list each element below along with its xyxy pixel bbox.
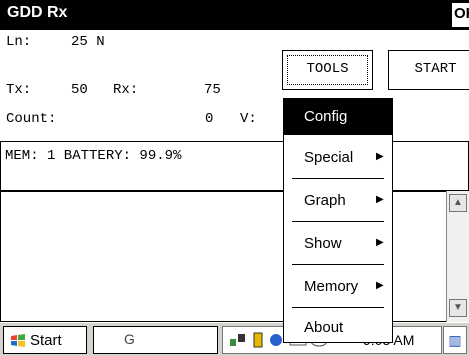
tx-value: 50: [71, 82, 88, 98]
menu-item-about[interactable]: About: [284, 310, 392, 346]
output-area[interactable]: [0, 191, 469, 322]
v-label: V:: [240, 111, 257, 127]
menu-separator: [292, 178, 384, 179]
rx-label: Rx:: [113, 82, 139, 98]
menu-item-memory[interactable]: Memory ▶: [284, 269, 392, 305]
menu-item-label: Special: [304, 149, 354, 166]
menu-item-show[interactable]: Show ▶: [284, 226, 392, 262]
menu-item-special[interactable]: Special ▶: [284, 140, 392, 176]
battery-icon[interactable]: [251, 332, 265, 351]
ln-value: 25 N: [71, 34, 105, 50]
submenu-arrow-icon: ▶: [376, 237, 384, 248]
tools-menu: Config Special ▶ Graph ▶ Show ▶ Memory ▶…: [283, 98, 393, 343]
taskbar-task-item[interactable]: G: [93, 326, 218, 354]
scroll-up-icon[interactable]: ▲: [449, 194, 467, 212]
menu-separator: [292, 221, 384, 222]
menu-item-config[interactable]: Config: [284, 99, 392, 135]
menu-separator: [292, 264, 384, 265]
count-value: 0: [205, 111, 214, 127]
submenu-arrow-icon: ▶: [376, 151, 384, 162]
status-text: MEM: 1 BATTERY: 99.9%: [5, 148, 182, 164]
ln-label: Ln:: [6, 34, 32, 50]
menu-separator: [292, 307, 384, 308]
input-panel-icon[interactable]: ▥: [443, 326, 467, 354]
status-panel: MEM: 1 BATTERY: 99.9%: [0, 141, 469, 191]
ok-button[interactable]: OK: [451, 2, 469, 28]
submenu-arrow-icon: ▶: [376, 280, 384, 291]
taskbar-start-button[interactable]: Start: [3, 326, 87, 354]
menu-item-label: Graph: [304, 192, 346, 209]
window-title: GDD Rx: [7, 4, 68, 21]
menu-item-label: About: [304, 319, 344, 336]
start-button[interactable]: START: [388, 50, 469, 90]
tx-label: Tx:: [6, 82, 32, 98]
taskbar: Start G 9:03 AM ▥: [0, 322, 469, 356]
windows-flag-icon: [11, 334, 25, 347]
menu-item-graph[interactable]: Graph ▶: [284, 183, 392, 219]
menu-item-label: Config: [304, 108, 348, 125]
count-label: Count:: [6, 111, 57, 127]
tools-button[interactable]: TOOLS: [282, 50, 373, 90]
output-scrollbar[interactable]: ▲ ▼: [446, 191, 469, 322]
network-icon[interactable]: [229, 332, 247, 351]
menu-item-label: Show: [304, 235, 342, 252]
taskbar-start-label: Start: [30, 332, 62, 349]
scroll-down-icon[interactable]: ▼: [449, 299, 467, 317]
rx-value: 75: [204, 82, 221, 98]
title-bar: GDD Rx OK: [0, 0, 469, 30]
submenu-arrow-icon: ▶: [376, 194, 384, 205]
menu-item-label: Memory: [304, 278, 359, 295]
